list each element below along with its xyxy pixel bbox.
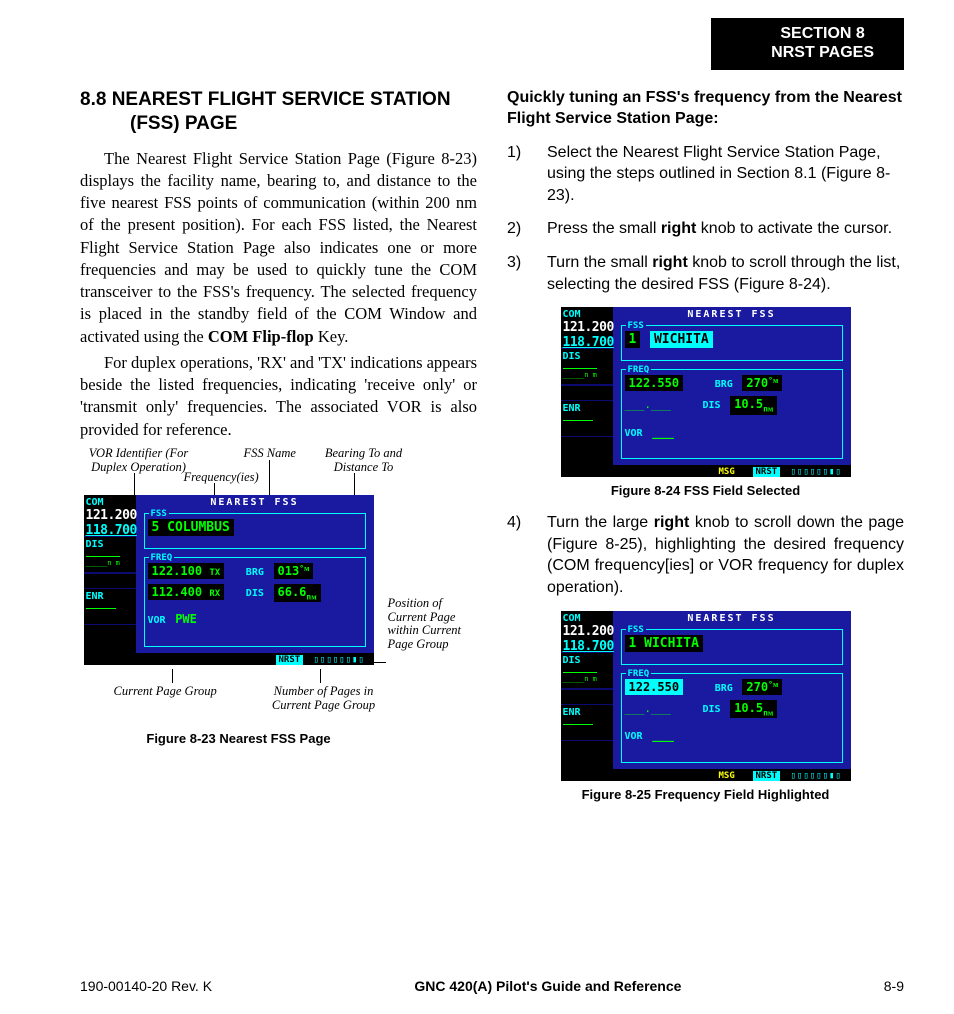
left-column: 8.8 NEAREST FLIGHT SERVICE STATION (FSS)… bbox=[80, 88, 477, 816]
step-1: 1)Select the Nearest Flight Service Stat… bbox=[507, 142, 904, 207]
footer-right: 8-9 bbox=[884, 978, 904, 994]
step-4: 4)Turn the large right knob to scroll do… bbox=[507, 512, 904, 598]
step-2: 2)Press the small right knob to activate… bbox=[507, 218, 904, 240]
rail-enr-lbl: ENR bbox=[86, 591, 134, 602]
section-line2: NRST PAGES bbox=[771, 43, 874, 62]
freq1: 122.100 TX bbox=[148, 563, 225, 579]
fig25-caption: Figure 8-25 Frequency Field Highlighted bbox=[507, 787, 904, 802]
subheading: Quickly tuning an FSS's frequency from t… bbox=[507, 88, 904, 130]
paragraph-2: For duplex operations, 'RX' and 'TX' ind… bbox=[80, 352, 477, 441]
section-header-tab: SECTION 8 NRST PAGES bbox=[711, 18, 904, 70]
com-standby: 118.700 bbox=[86, 523, 134, 538]
footer-center: GNC 420(A) Pilot's Guide and Reference bbox=[414, 978, 681, 994]
vor-val: PWE bbox=[175, 612, 197, 626]
annot-currgroup: Current Page Group bbox=[114, 685, 217, 699]
annot-fss-name: FSS Name bbox=[244, 447, 296, 461]
dis2-val: 66.6nᴍ bbox=[274, 584, 321, 602]
freq-highlighted: 122.550 bbox=[625, 679, 684, 695]
rail-dis-lbl: DIS bbox=[86, 539, 134, 550]
fig24-caption: Figure 8-24 FSS Field Selected bbox=[507, 483, 904, 498]
right-column: Quickly tuning an FSS's frequency from t… bbox=[507, 88, 904, 816]
fig23-caption: Figure 8-23 Nearest FSS Page bbox=[84, 731, 394, 746]
annot-freq: Frequency(ies) bbox=[184, 471, 259, 485]
steps-list-2: 4)Turn the large right knob to scroll do… bbox=[507, 512, 904, 598]
gps-display-fig24: COM 121.200 118.700 DIS ____n m ENR NEAR… bbox=[561, 307, 851, 477]
nrst-tag: NRST bbox=[276, 655, 304, 665]
section-heading: 8.8 NEAREST FLIGHT SERVICE STATION (FSS)… bbox=[80, 88, 477, 136]
figure-8-23-wrap: VOR Identifier (For Duplex Operation) FS… bbox=[84, 447, 474, 767]
gps-display-fig23: COM 121.200 118.700 DIS ____n m ENR bbox=[84, 495, 374, 665]
page-footer: 190-00140-20 Rev. K GNC 420(A) Pilot's G… bbox=[80, 978, 904, 994]
steps-list: 1)Select the Nearest Flight Service Stat… bbox=[507, 142, 904, 296]
gps-display-fig25: COM 121.200 118.700 DIS ____n m ENR NEAR… bbox=[561, 611, 851, 781]
step-3: 3)Turn the small right knob to scroll th… bbox=[507, 252, 904, 295]
fss-value: 5 COLUMBUS bbox=[148, 519, 234, 536]
annot-numpages: Number of Pages in Current Page Group bbox=[269, 685, 379, 713]
brg-val: 013°ᴍ bbox=[274, 563, 314, 579]
fss-panel-lbl: FSS bbox=[149, 509, 169, 519]
section-line1: SECTION 8 bbox=[771, 24, 874, 43]
annot-pagepos: Position of Current Page within Current … bbox=[388, 597, 476, 652]
paragraph-1: The Nearest Flight Service Station Page … bbox=[80, 148, 477, 348]
rail-com-lbl: COM bbox=[86, 497, 134, 508]
com-active: 121.200 bbox=[86, 508, 134, 523]
heading-line2: (FSS) PAGE bbox=[80, 112, 477, 136]
fss-value-highlighted: WICHITA bbox=[650, 331, 713, 348]
annot-vor: VOR Identifier (For Duplex Operation) bbox=[84, 447, 194, 475]
footer-left: 190-00140-20 Rev. K bbox=[80, 978, 212, 994]
annot-bearing: Bearing To and Distance To bbox=[324, 447, 404, 475]
page-dots: ▯▯▯▯▯▯▮▯ bbox=[314, 655, 365, 665]
freq2: 112.400 RX bbox=[148, 584, 225, 600]
gps-title: NEAREST FSS bbox=[136, 497, 374, 508]
heading-line1: 8.8 NEAREST FLIGHT SERVICE STATION bbox=[80, 89, 451, 110]
freq-panel-lbl: FREQ bbox=[149, 553, 175, 563]
